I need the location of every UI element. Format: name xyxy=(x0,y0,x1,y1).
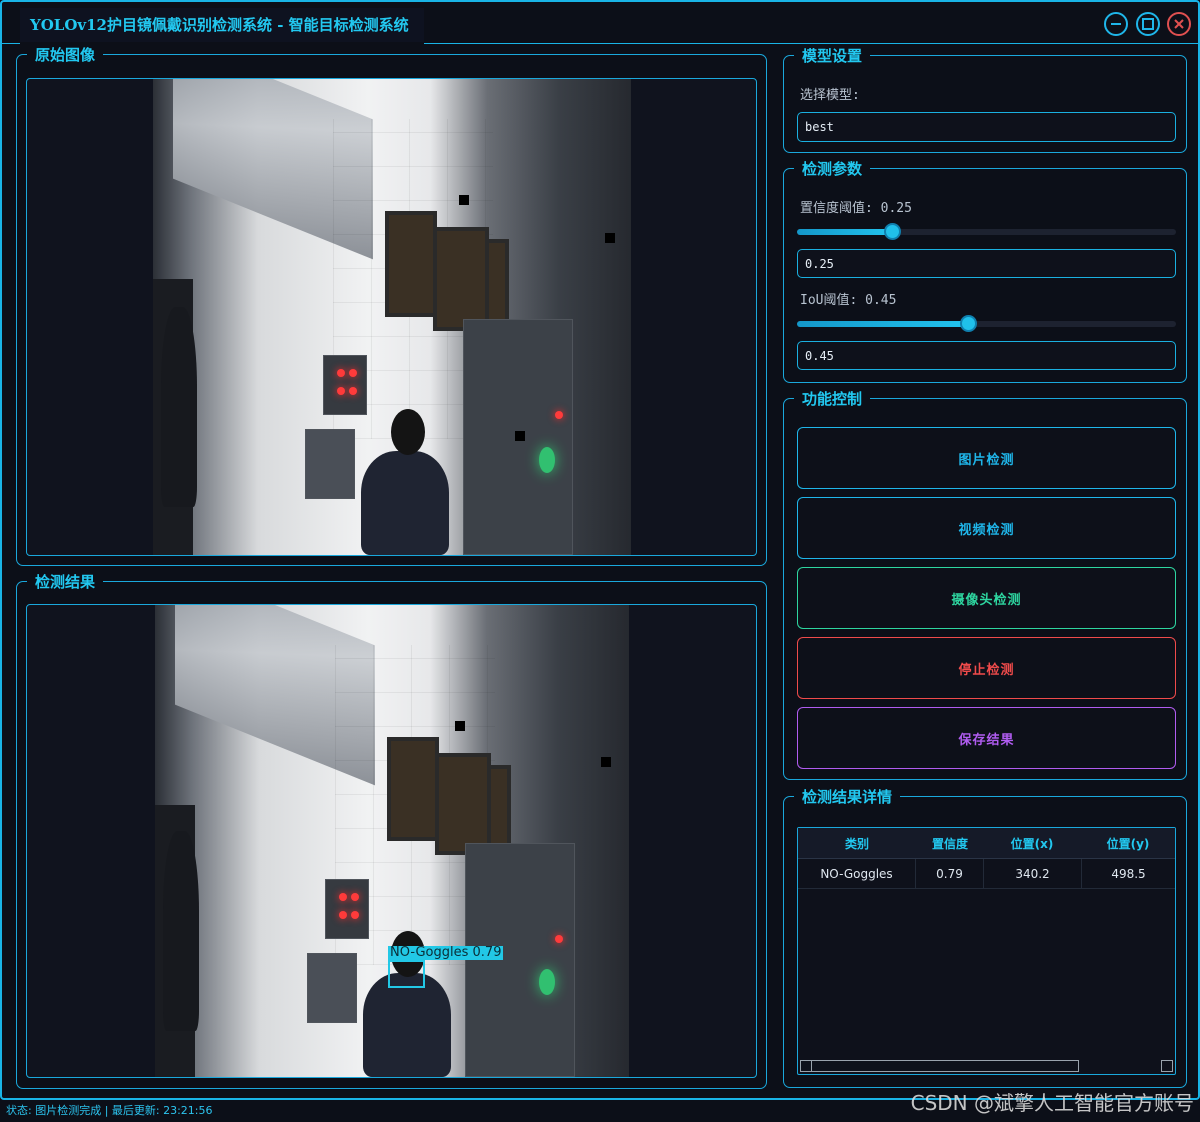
model-select[interactable]: best xyxy=(797,112,1176,142)
model-select-label: 选择模型: xyxy=(800,88,860,103)
maximize-icon xyxy=(1142,18,1154,30)
stop-detect-button[interactable]: 停止检测 xyxy=(797,637,1176,699)
close-button[interactable] xyxy=(1167,12,1191,36)
table-row[interactable]: NO-Goggles 0.79 340.2 498.5 xyxy=(798,859,1175,889)
function-control-panel: 功能控制 图片检测 视频检测 摄像头检测 停止检测 保存结果 xyxy=(783,388,1187,780)
detection-label: NO-Goggles 0.79 xyxy=(388,945,504,960)
results-table: 类别 置信度 位置(x) 位置(y) NO-Goggles 0.79 340.2… xyxy=(797,827,1176,1075)
header-class[interactable]: 类别 xyxy=(798,828,916,858)
original-image-panel: 原始图像 xyxy=(16,44,767,566)
save-result-button[interactable]: 保存结果 xyxy=(797,707,1176,769)
cell-class: NO-Goggles xyxy=(798,859,916,889)
scroll-right-button[interactable] xyxy=(1161,1060,1173,1072)
cell-position-y: 498.5 xyxy=(1111,867,1146,881)
iou-label: IoU阈值: 0.45 xyxy=(800,293,897,308)
result-image-panel: 检测结果 NO-Goggles 0.79 xyxy=(16,571,767,1089)
header-confidence[interactable]: 置信度 xyxy=(916,828,984,858)
detection-params-panel: 检测参数 置信度阈值: 0.25 0.25 IoU阈值: 0.45 0.45 xyxy=(783,158,1187,383)
window-title: YOLOv12护目镜佩戴识别检测系统 - 智能目标检测系统 xyxy=(30,16,409,34)
original-image-title: 原始图像 xyxy=(27,44,104,65)
table-header: 类别 置信度 位置(x) 位置(y) xyxy=(798,828,1175,859)
results-detail-panel: 检测结果详情 类别 置信度 位置(x) 位置(y) NO-Goggles 0.7… xyxy=(783,786,1187,1088)
minimize-button[interactable] xyxy=(1104,12,1128,36)
model-settings-panel: 模型设置 选择模型: best xyxy=(783,45,1187,153)
result-image-frame: NO-Goggles 0.79 xyxy=(26,604,757,1078)
confidence-slider-handle[interactable] xyxy=(884,223,901,240)
minimize-icon xyxy=(1111,23,1121,25)
confidence-slider-fill xyxy=(797,229,892,235)
original-image-frame xyxy=(26,78,757,556)
image-detect-button[interactable]: 图片检测 xyxy=(797,427,1176,489)
result-image-title: 检测结果 xyxy=(27,571,104,592)
camera-detect-button[interactable]: 摄像头检测 xyxy=(797,567,1176,629)
video-detect-button[interactable]: 视频检测 xyxy=(797,497,1176,559)
horizontal-scrollbar[interactable] xyxy=(800,1060,1079,1072)
model-settings-title: 模型设置 xyxy=(794,45,871,66)
watermark: CSDN @斌擎人工智能官方账号 xyxy=(910,1091,1194,1115)
detection-box xyxy=(388,960,425,988)
results-detail-title: 检测结果详情 xyxy=(794,786,901,807)
app-window: YOLOv12护目镜佩戴识别检测系统 - 智能目标检测系统 原始图像 检测结果 … xyxy=(0,0,1200,1100)
iou-slider-fill xyxy=(797,321,968,327)
iou-input[interactable]: 0.45 xyxy=(797,341,1176,370)
original-image xyxy=(153,79,631,555)
detection-params-title: 检测参数 xyxy=(794,158,871,179)
cell-confidence: 0.79 xyxy=(916,859,984,889)
confidence-input[interactable]: 0.25 xyxy=(797,249,1176,278)
header-position-x[interactable]: 位置(x) xyxy=(984,828,1080,858)
close-icon xyxy=(1174,19,1184,29)
function-control-title: 功能控制 xyxy=(794,388,871,409)
cell-position-x: 340.2 xyxy=(984,859,1082,889)
maximize-button[interactable] xyxy=(1136,12,1160,36)
iou-slider-handle[interactable] xyxy=(960,315,977,332)
confidence-label: 置信度阈值: 0.25 xyxy=(800,201,912,216)
title-bar: YOLOv12护目镜佩戴识别检测系统 - 智能目标检测系统 xyxy=(2,2,1198,44)
scroll-left-button[interactable] xyxy=(800,1060,812,1072)
result-image: NO-Goggles 0.79 xyxy=(155,605,629,1077)
iou-slider[interactable] xyxy=(797,315,1176,332)
confidence-slider[interactable] xyxy=(797,223,1176,240)
header-position-y[interactable]: 位置(y) xyxy=(1080,828,1176,858)
